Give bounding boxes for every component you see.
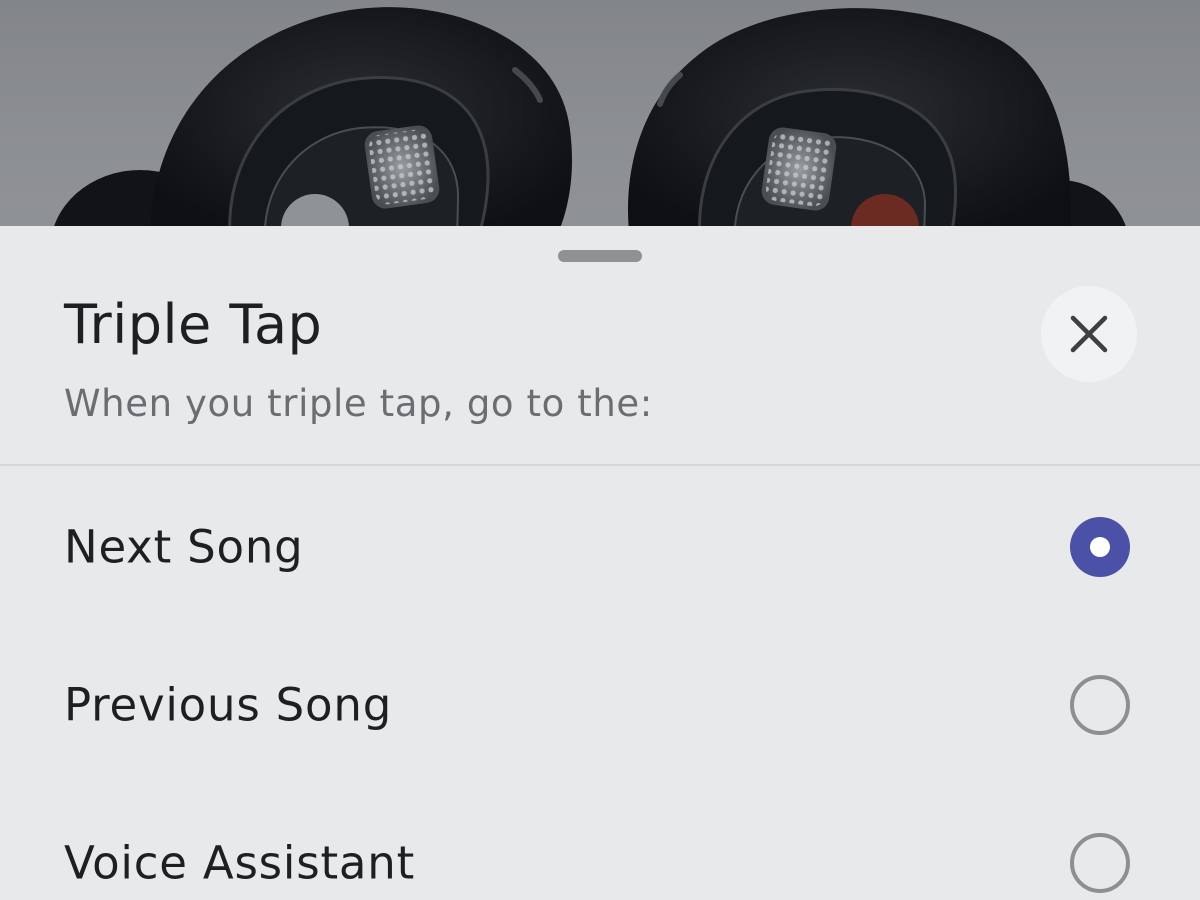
sheet-subtitle: When you triple tap, go to the: bbox=[64, 382, 653, 425]
close-button[interactable] bbox=[1041, 286, 1137, 382]
earbuds-product-image bbox=[0, 0, 1200, 240]
option-next-song[interactable]: Next Song bbox=[0, 482, 1200, 612]
radio-button[interactable] bbox=[1070, 833, 1130, 893]
option-label: Previous Song bbox=[64, 678, 393, 732]
drag-handle[interactable] bbox=[558, 250, 642, 262]
screen: Triple Tap When you triple tap, go to th… bbox=[0, 0, 1200, 900]
right-earbud bbox=[628, 8, 1130, 240]
radio-button-selected[interactable] bbox=[1070, 517, 1130, 577]
option-voice-assistant[interactable]: Voice Assistant bbox=[0, 798, 1200, 900]
sheet-title: Triple Tap bbox=[64, 293, 323, 356]
divider bbox=[0, 464, 1200, 466]
option-previous-song[interactable]: Previous Song bbox=[0, 640, 1200, 770]
radio-button[interactable] bbox=[1070, 675, 1130, 735]
option-label: Next Song bbox=[64, 520, 304, 574]
option-label: Voice Assistant bbox=[64, 836, 416, 890]
bottom-sheet: Triple Tap When you triple tap, go to th… bbox=[0, 226, 1200, 900]
left-earbud bbox=[50, 7, 573, 240]
close-icon bbox=[1070, 315, 1108, 353]
